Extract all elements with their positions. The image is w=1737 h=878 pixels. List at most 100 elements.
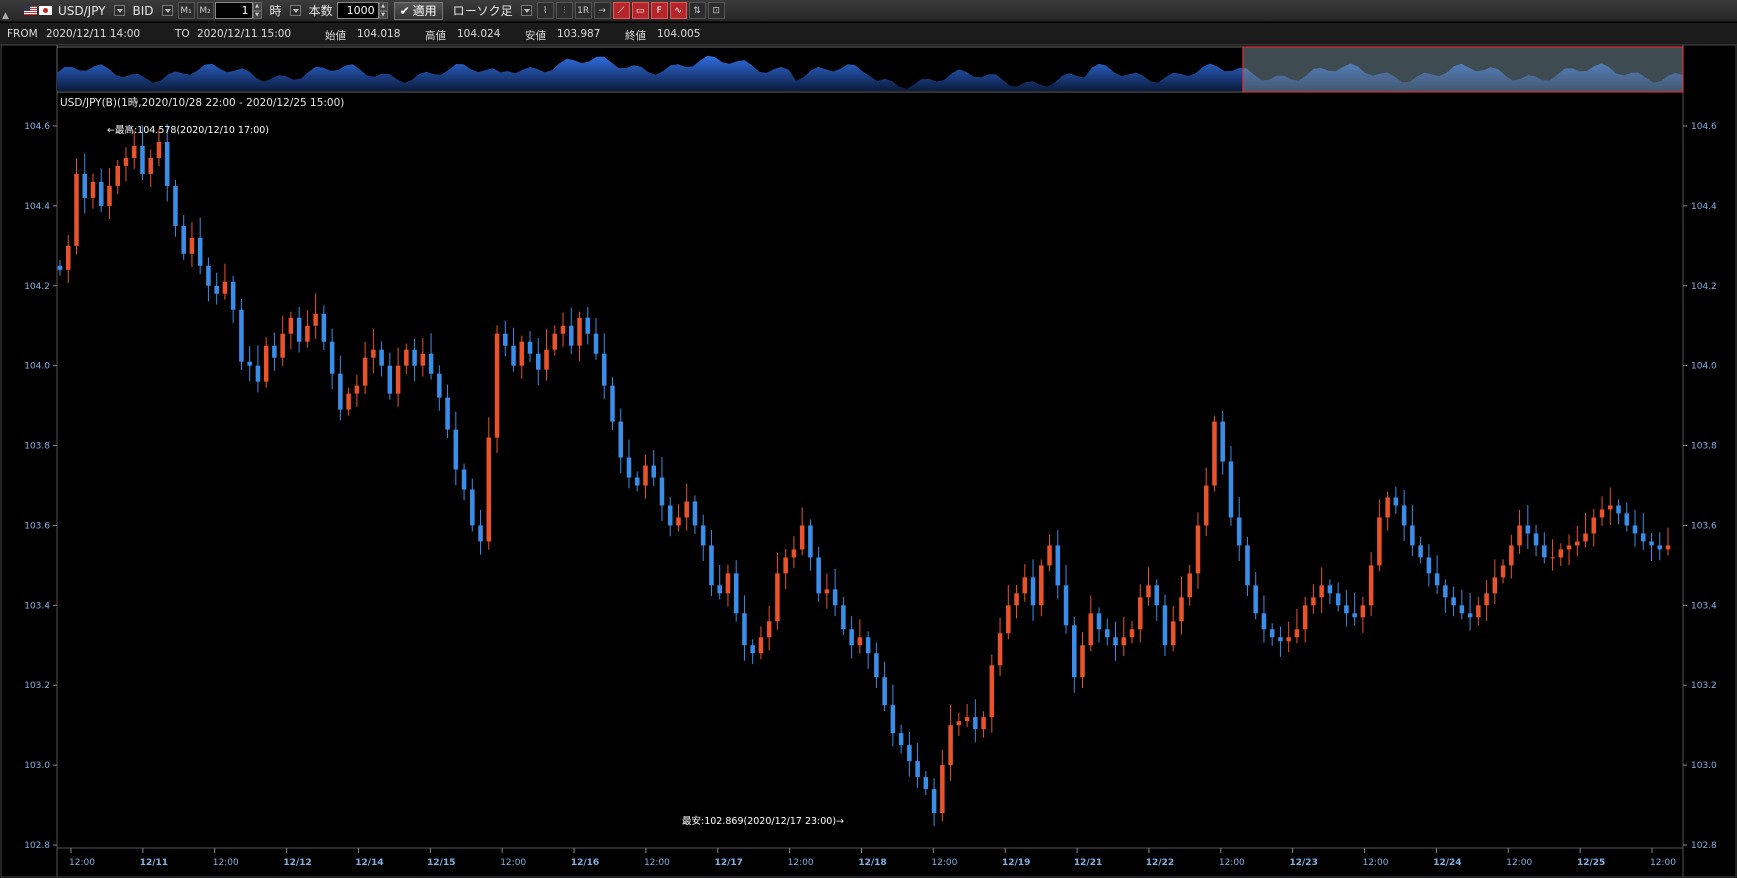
candle-body[interactable]	[1278, 637, 1283, 642]
candle-body[interactable]	[956, 721, 962, 726]
candle-body[interactable]	[1253, 585, 1258, 614]
candle-body[interactable]	[849, 629, 854, 646]
candle-body[interactable]	[1385, 497, 1390, 518]
candle-body[interactable]	[1550, 557, 1555, 559]
candle-body[interactable]	[1039, 565, 1044, 606]
candle-body[interactable]	[585, 317, 591, 334]
interval-m1-icon[interactable]: M₁	[177, 2, 195, 19]
candle-body[interactable]	[1022, 577, 1028, 594]
candle-body[interactable]	[1665, 545, 1671, 550]
navigator-selection-window[interactable]	[1242, 46, 1684, 93]
candle-body[interactable]	[1344, 605, 1349, 614]
candle-body[interactable]	[90, 181, 96, 198]
candle-body[interactable]	[1113, 637, 1118, 646]
candle-body[interactable]	[882, 677, 887, 706]
candle-body[interactable]	[305, 325, 310, 342]
candle-body[interactable]	[1162, 605, 1168, 646]
candle-body[interactable]	[65, 245, 71, 270]
candle-body[interactable]	[445, 397, 450, 430]
candle-body[interactable]	[1212, 421, 1217, 486]
candle-body[interactable]	[494, 333, 500, 438]
candle-body[interactable]	[1509, 545, 1514, 566]
candle-body[interactable]	[1170, 621, 1176, 646]
candle-body[interactable]	[643, 465, 648, 486]
candle-body[interactable]	[263, 345, 269, 382]
candle-body[interactable]	[288, 317, 294, 334]
price-side-selector[interactable]: BID	[133, 4, 154, 18]
candle-body[interactable]	[717, 585, 722, 594]
candle-body[interactable]	[272, 345, 277, 358]
candle-body[interactable]	[1006, 605, 1011, 634]
candle-body[interactable]	[115, 165, 120, 186]
candle-body[interactable]	[841, 605, 846, 630]
candle-body[interactable]	[618, 421, 624, 458]
candle-body[interactable]	[1187, 573, 1192, 598]
price-side-dropdown-icon[interactable]	[161, 5, 173, 16]
candlestick-series[interactable]	[57, 124, 1671, 827]
candle-body[interactable]	[915, 761, 920, 778]
candle-body[interactable]	[470, 489, 475, 526]
candle-body[interactable]	[437, 373, 442, 398]
symbol-selector[interactable]: USD/JPY	[58, 4, 106, 18]
candle-body[interactable]	[1080, 645, 1085, 678]
candle-body[interactable]	[610, 385, 615, 422]
candle-body[interactable]	[404, 349, 409, 366]
candle-body[interactable]	[1286, 637, 1291, 642]
candle-body[interactable]	[1608, 505, 1613, 510]
candle-body[interactable]	[1467, 613, 1473, 618]
candle-body[interactable]	[1591, 517, 1597, 534]
candle-body[interactable]	[948, 725, 953, 766]
candle-body[interactable]	[890, 705, 896, 734]
candle-body[interactable]	[1203, 485, 1209, 526]
candle-body[interactable]	[420, 353, 426, 366]
candle-body[interactable]	[181, 225, 186, 254]
candle-body[interactable]	[296, 317, 302, 342]
candle-body[interactable]	[865, 637, 871, 654]
candle-body[interactable]	[189, 237, 195, 254]
candle-body[interactable]	[1616, 505, 1621, 514]
candle-body[interactable]	[527, 341, 533, 354]
candle-body[interactable]	[131, 145, 137, 158]
candle-body[interactable]	[354, 385, 360, 394]
candle-body[interactable]	[1542, 545, 1547, 558]
candle-body[interactable]	[1624, 513, 1630, 526]
candle-body[interactable]	[667, 505, 673, 526]
candle-body[interactable]	[140, 145, 145, 174]
candle-body[interactable]	[725, 573, 731, 594]
candle-body[interactable]	[1311, 597, 1316, 606]
chart-style-selector[interactable]: ローソク足	[453, 2, 513, 19]
candle-body[interactable]	[1640, 533, 1646, 542]
candle-body[interactable]	[931, 789, 937, 814]
candle-body[interactable]	[1418, 545, 1423, 558]
candle-body[interactable]	[222, 281, 228, 294]
candle-body[interactable]	[1558, 549, 1564, 558]
candle-body[interactable]	[1566, 545, 1572, 550]
candle-body[interactable]	[1146, 585, 1151, 598]
period-unit-dropdown-icon[interactable]	[289, 5, 301, 16]
candle-body[interactable]	[1360, 605, 1366, 618]
candle-body[interactable]	[1575, 541, 1580, 546]
candle-body[interactable]	[923, 777, 929, 790]
count-stepper[interactable]: ▲ ▼	[378, 2, 388, 19]
candle-body[interactable]	[1121, 637, 1127, 646]
candle-body[interactable]	[1525, 525, 1531, 534]
candle-body[interactable]	[1294, 629, 1300, 638]
candle-body[interactable]	[700, 525, 706, 546]
candle-body[interactable]	[1368, 565, 1374, 606]
candle-body[interactable]	[329, 341, 335, 374]
candle-body[interactable]	[1377, 517, 1382, 566]
candle-body[interactable]	[511, 345, 516, 366]
collapse-arrow-icon[interactable]: ▲	[2, 11, 9, 21]
candle-body[interactable]	[338, 373, 343, 410]
candle-body[interactable]	[766, 621, 772, 638]
candle-body[interactable]	[1632, 525, 1638, 534]
candle-body[interactable]	[1063, 585, 1069, 626]
candle-body[interactable]	[1220, 421, 1225, 462]
tool-5-icon[interactable]: ⇅	[688, 2, 706, 19]
candle-body[interactable]	[1393, 497, 1399, 506]
candle-body[interactable]	[478, 525, 483, 542]
candle-body[interactable]	[1476, 605, 1481, 618]
candle-body[interactable]	[412, 349, 417, 366]
candle-body[interactable]	[1179, 597, 1184, 622]
candle-body[interactable]	[1583, 533, 1588, 542]
